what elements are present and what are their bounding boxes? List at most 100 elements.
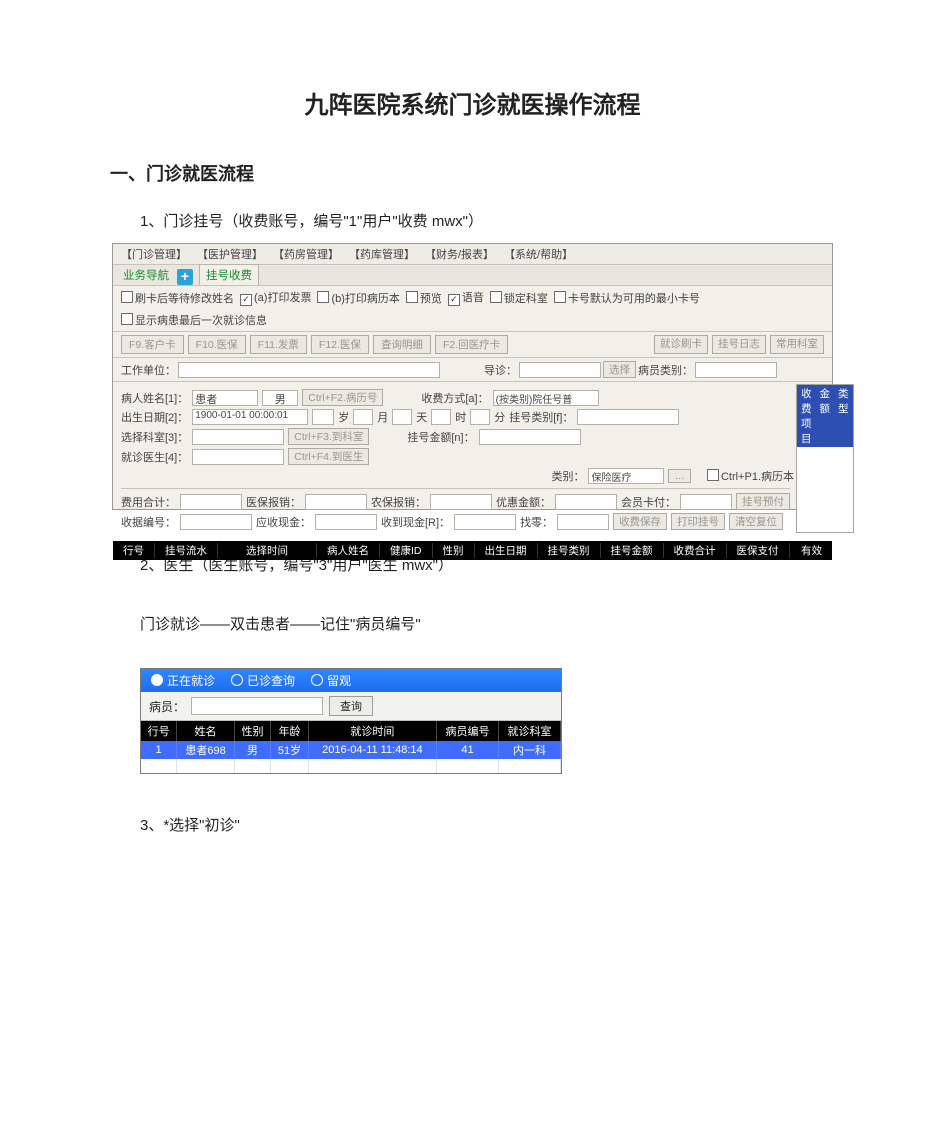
cell: 1 xyxy=(141,741,177,759)
radio-tab-active[interactable]: 正在就诊 xyxy=(151,672,215,689)
active-tab[interactable]: 挂号收费 xyxy=(199,264,259,285)
guide-input[interactable] xyxy=(519,362,601,378)
prepay-button[interactable]: 挂号预付 xyxy=(736,493,790,510)
step-3: 3、*选择"初诊" xyxy=(140,814,885,835)
hint-button[interactable]: Ctrl+F4.到医生 xyxy=(288,448,369,465)
nav-tab[interactable]: 业务导航 xyxy=(119,265,173,285)
option[interactable]: (b)打印病历本 xyxy=(317,290,399,306)
time-m-input[interactable] xyxy=(470,409,490,425)
option[interactable]: 语音 xyxy=(448,289,484,306)
hint-button[interactable]: Ctrl+F3.到科室 xyxy=(288,428,369,445)
ins-reimburse[interactable] xyxy=(305,494,367,510)
pay-select[interactable]: (按类别)院任号普 xyxy=(493,390,599,406)
print-button[interactable]: 打印挂号 xyxy=(671,513,725,530)
sum-label: 会员卡付： xyxy=(621,494,676,510)
option[interactable]: Ctrl+P1.病历本 xyxy=(707,468,794,484)
patient-table: 行号 姓名 性别 年龄 就诊时间 病员编号 就诊科室 1 患者698 男 51岁… xyxy=(141,721,561,773)
section-heading: 一、门诊就医流程 xyxy=(110,160,885,186)
save-button[interactable]: 收费保存 xyxy=(613,513,667,530)
cell: 51岁 xyxy=(271,741,309,759)
sum-label: 收到现金[R]： xyxy=(381,514,450,530)
reset-button[interactable]: 清空复位 xyxy=(729,513,783,530)
col-header: 挂号金额 xyxy=(601,543,664,558)
menu-item[interactable]: 【系统/帮助】 xyxy=(504,246,573,262)
reg-type-label: 挂号类别[f]： xyxy=(509,409,573,425)
toolbar-button[interactable]: 常用科室 xyxy=(770,335,824,354)
cash-received[interactable] xyxy=(454,514,516,530)
table-row[interactable]: 1 患者698 男 51岁 2016-04-11 11:48:14 41 内一科 xyxy=(141,741,561,759)
menu-item[interactable]: 【药房管理】 xyxy=(273,246,339,262)
toolbar-button[interactable]: F12.医保 xyxy=(311,335,369,354)
toolbar-button[interactable]: 查询明细 xyxy=(373,335,431,354)
option[interactable]: 预览 xyxy=(406,290,442,306)
toolbar-button[interactable]: F10.医保 xyxy=(188,335,246,354)
change[interactable] xyxy=(557,514,609,530)
fee-panel: 收费项目 金额 类型 xyxy=(796,384,854,533)
toolbar-button[interactable]: 就诊刷卡 xyxy=(654,335,708,354)
cell: 男 xyxy=(234,741,270,759)
fee-total[interactable] xyxy=(180,494,242,510)
menu-item[interactable]: 【医护管理】 xyxy=(197,246,263,262)
doctor-input[interactable] xyxy=(192,449,284,465)
option[interactable]: 显示病患最后一次就诊信息 xyxy=(121,312,267,328)
panel-col: 金额 xyxy=(820,386,831,446)
step-2b: 门诊就诊——双击患者——记住"病员编号" xyxy=(140,613,885,634)
rural-reimburse[interactable] xyxy=(430,494,492,510)
card-pay[interactable] xyxy=(680,494,732,510)
ellipsis-button[interactable]: … xyxy=(668,469,691,483)
col-header: 姓名 xyxy=(177,721,235,741)
toolbar-button[interactable]: F2.回医疗卡 xyxy=(435,335,508,354)
menu-item[interactable]: 【门诊管理】 xyxy=(121,246,187,262)
query-input[interactable] xyxy=(191,697,323,715)
col-header: 病员编号 xyxy=(436,721,498,741)
col-header: 就诊时间 xyxy=(308,721,436,741)
table-row[interactable] xyxy=(141,759,561,773)
sum-label: 收据编号： xyxy=(121,514,176,530)
menu-item[interactable]: 【药库管理】 xyxy=(349,246,415,262)
col-header: 行号 xyxy=(141,721,177,741)
options-row: 刷卡后等待修改姓名 (a)打印发票 (b)打印病历本 预览 语音 锁定科室 卡号… xyxy=(113,286,832,332)
col-header: 挂号类别 xyxy=(538,543,601,558)
select-button[interactable]: 选择 xyxy=(603,361,636,378)
col-header: 有效 xyxy=(790,543,833,558)
option[interactable]: 卡号默认为可用的最小卡号 xyxy=(554,290,700,306)
amount-input[interactable] xyxy=(479,429,581,445)
sum-label: 优惠金额： xyxy=(496,494,551,510)
age-y-input[interactable] xyxy=(312,409,334,425)
option[interactable]: 锁定科室 xyxy=(490,290,548,306)
dept-input[interactable] xyxy=(192,429,284,445)
age-m-input[interactable] xyxy=(353,409,373,425)
panel-col: 收费项目 xyxy=(801,386,812,446)
menu-item[interactable]: 【财务/报表】 xyxy=(425,246,494,262)
birth-input[interactable]: 1900-01-01 00:00:01 xyxy=(192,409,308,425)
toolbar-button[interactable]: 挂号日志 xyxy=(712,335,766,354)
work-unit-input[interactable] xyxy=(178,362,440,378)
doctor-label: 就诊医生[4]： xyxy=(121,449,188,465)
toolbar-button[interactable]: F9.客户卡 xyxy=(121,335,184,354)
option[interactable]: 刷卡后等待修改姓名 xyxy=(121,290,234,306)
tab-bar: 业务导航 + 挂号收费 xyxy=(113,265,832,286)
receipt-no[interactable] xyxy=(180,514,252,530)
name-input[interactable]: 患者 xyxy=(192,390,258,406)
amount-label: 挂号金额[n]： xyxy=(407,429,474,445)
query-label: 病员： xyxy=(149,698,185,715)
col-header: 收费合计 xyxy=(664,543,727,558)
age-d-input[interactable] xyxy=(392,409,412,425)
radio-tab[interactable]: 已诊查询 xyxy=(231,672,295,689)
add-tab-icon[interactable]: + xyxy=(177,269,193,285)
cash-due[interactable] xyxy=(315,514,377,530)
sum-label: 医保报销： xyxy=(246,494,301,510)
patient-type-input[interactable] xyxy=(695,362,777,378)
sex-select[interactable]: 男 xyxy=(262,390,298,406)
hint-button[interactable]: Ctrl+F2.病历号 xyxy=(302,389,383,406)
radio-tab[interactable]: 留观 xyxy=(311,672,351,689)
time-h-input[interactable] xyxy=(431,409,451,425)
toolbar-button[interactable]: F11.发票 xyxy=(250,335,307,354)
discount[interactable] xyxy=(555,494,617,510)
reg-type-select[interactable] xyxy=(577,409,679,425)
query-button[interactable]: 查询 xyxy=(329,696,373,716)
guide-label: 导诊： xyxy=(484,362,517,378)
option[interactable]: (a)打印发票 xyxy=(240,289,311,306)
class-select[interactable]: 保险医疗 xyxy=(588,468,664,484)
col-header: 挂号流水 xyxy=(155,543,218,558)
